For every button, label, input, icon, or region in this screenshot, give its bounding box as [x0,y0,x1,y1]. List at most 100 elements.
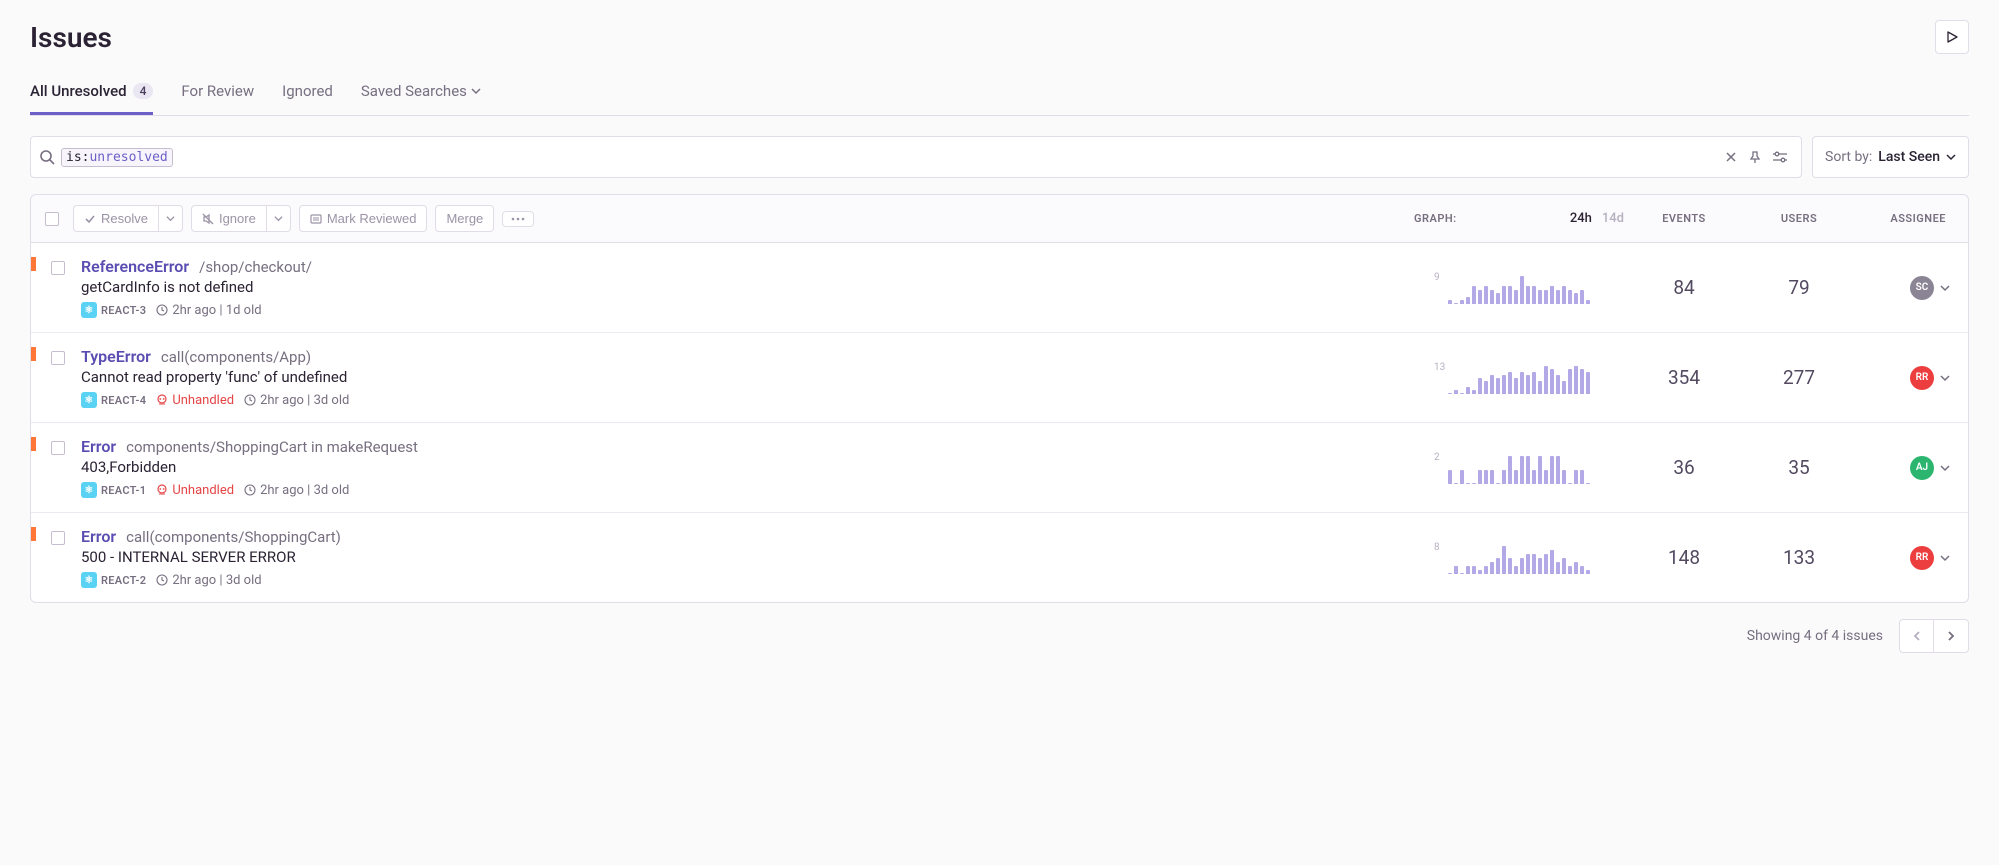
issue-title-link[interactable]: ReferenceError [81,257,189,276]
tab-label: Saved Searches [361,82,467,100]
sort-value: Last Seen [1878,149,1940,165]
issue-title-link[interactable]: Error [81,527,116,546]
react-icon: ⚛ [81,392,97,408]
page-title: Issues [30,21,112,54]
sort-selector[interactable]: Sort by: Last Seen [1812,136,1969,178]
issue-description: Cannot read property 'func' of undefined [81,368,1434,386]
ignore-dropdown-button[interactable] [266,205,291,232]
chevron-down-icon[interactable] [1940,463,1950,473]
events-count[interactable]: 36 [1673,456,1694,479]
graph-column-label: GRAPH: [1414,212,1457,225]
chevron-down-icon [471,86,481,96]
project-tag-label: REACT-1 [101,484,146,497]
sparkline-max: 9 [1434,272,1440,283]
play-icon [1945,30,1959,44]
chevron-right-icon [1946,630,1956,642]
play-button[interactable] [1935,20,1969,54]
resolve-dropdown-button[interactable] [158,205,183,232]
mute-icon [202,213,214,225]
events-count[interactable]: 354 [1668,366,1700,389]
select-all-checkbox[interactable] [45,212,59,226]
project-tag[interactable]: ⚛ REACT-2 [81,572,146,588]
pagination-summary: Showing 4 of 4 issues [1747,628,1883,644]
ellipsis-icon [511,217,525,221]
clock-icon [156,304,168,316]
users-count[interactable]: 277 [1783,366,1815,389]
button-label: Mark Reviewed [327,211,417,226]
pin-icon [1749,151,1761,163]
search-settings-button[interactable] [1767,147,1793,167]
row-checkbox[interactable] [51,351,65,365]
users-count[interactable]: 133 [1783,546,1815,569]
assignee-avatar[interactable]: AJ [1910,456,1934,480]
graph-range-14d[interactable]: 14d [1602,211,1624,226]
tab-ignored[interactable]: Ignored [282,74,333,115]
skull-icon [156,484,168,496]
events-count[interactable]: 148 [1668,546,1700,569]
tabs: All Unresolved 4 For Review Ignored Save… [30,74,1969,116]
issue-location: call(components/App) [161,348,311,366]
row-checkbox[interactable] [51,441,65,455]
merge-button[interactable]: Merge [435,205,494,232]
issue-description: getCardInfo is not defined [81,278,1434,296]
search-token[interactable]: is:unresolved [61,148,173,167]
check-icon [84,213,96,225]
list-check-icon [310,213,322,225]
prev-page-button[interactable] [1900,620,1934,652]
assignee-avatar[interactable]: RR [1910,366,1934,390]
chevron-left-icon [1912,630,1922,642]
project-tag[interactable]: ⚛ REACT-4 [81,392,146,408]
sliders-icon [1773,151,1787,163]
react-icon: ⚛ [81,302,97,318]
chevron-down-icon [1946,152,1956,162]
sort-label: Sort by: [1825,149,1872,165]
pin-search-button[interactable] [1743,147,1767,167]
search-input[interactable]: is:unresolved [30,136,1802,178]
clear-search-button[interactable] [1719,147,1743,167]
issues-table: Resolve Ignore [30,194,1969,603]
mark-reviewed-button[interactable]: Mark Reviewed [299,205,428,232]
issue-title-link[interactable]: Error [81,437,116,456]
issue-location: components/ShoppingCart in makeRequest [126,438,418,456]
tab-saved-searches[interactable]: Saved Searches [361,74,481,115]
events-column-label: EVENTS [1624,212,1744,225]
more-actions-button[interactable] [502,211,534,227]
chevron-down-icon[interactable] [1940,283,1950,293]
project-tag-label: REACT-4 [101,394,146,407]
clock-icon [156,574,168,586]
react-icon: ⚛ [81,482,97,498]
button-label: Ignore [219,211,256,226]
project-tag-label: REACT-3 [101,304,146,317]
issue-location: call(components/ShoppingCart) [126,528,341,546]
ignore-button[interactable]: Ignore [191,205,266,232]
row-checkbox[interactable] [51,531,65,545]
tab-for-review[interactable]: For Review [181,74,254,115]
chevron-down-icon[interactable] [1940,553,1950,563]
next-page-button[interactable] [1934,620,1968,652]
graph-range-24h[interactable]: 24h [1570,211,1592,226]
button-label: Resolve [101,211,148,226]
events-count[interactable]: 84 [1673,276,1694,299]
search-token-value: unresolved [89,150,167,165]
project-tag[interactable]: ⚛ REACT-1 [81,482,146,498]
issue-title-link[interactable]: TypeError [81,347,151,366]
resolve-button[interactable]: Resolve [73,205,158,232]
sparkline: 13 [1434,362,1624,394]
issue-timestamp: 2hr ago | 1d old [156,303,261,318]
table-row: TypeError call(components/App) Cannot re… [31,333,1968,423]
assignee-avatar[interactable]: SC [1910,276,1934,300]
clock-icon [244,484,256,496]
users-count[interactable]: 79 [1788,276,1809,299]
unhandled-badge: Unhandled [156,483,234,498]
row-checkbox[interactable] [51,261,65,275]
search-icon [39,149,55,165]
project-tag[interactable]: ⚛ REACT-3 [81,302,146,318]
users-count[interactable]: 35 [1788,456,1809,479]
table-row: Error call(components/ShoppingCart) 500 … [31,513,1968,602]
assignee-avatar[interactable]: RR [1910,546,1934,570]
tab-all-unresolved[interactable]: All Unresolved 4 [30,74,153,115]
chevron-down-icon [166,214,175,223]
tab-count-badge: 4 [133,83,154,99]
chevron-down-icon[interactable] [1940,373,1950,383]
close-icon [1725,151,1737,163]
